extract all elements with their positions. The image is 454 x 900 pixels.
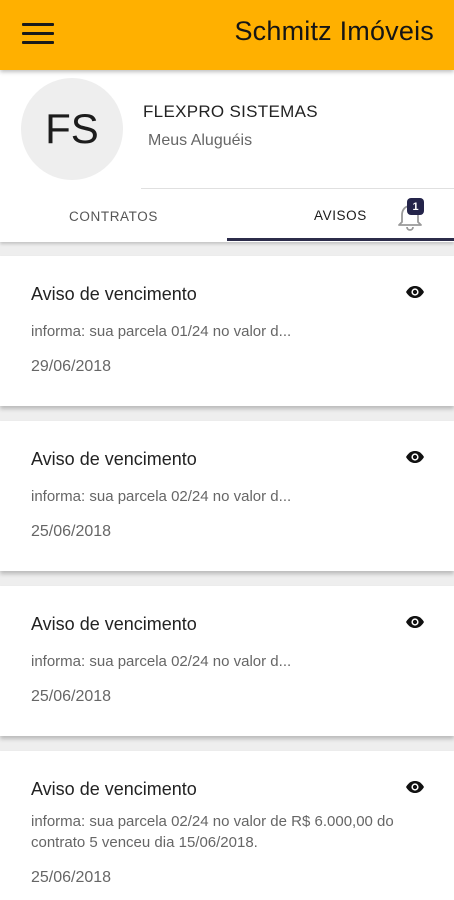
profile-header: FS FLEXPRO SISTEMAS Meus Aluguéis CONTRA… <box>0 70 454 242</box>
eye-icon[interactable] <box>405 780 425 794</box>
notification-badge: 1 <box>407 198 424 215</box>
notice-card[interactable]: Aviso de vencimento informa: sua parcela… <box>0 751 454 900</box>
notice-date: 25/06/2018 <box>31 523 112 540</box>
app-bar: Schmitz Imóveis <box>0 0 454 70</box>
notice-date: 25/06/2018 <box>31 869 112 886</box>
notice-text: informa: sua parcela 02/24 no valor d... <box>31 488 292 505</box>
notice-card[interactable]: Aviso de vencimento informa: sua parcela… <box>0 421 454 571</box>
notice-text: informa: sua parcela 02/24 no valor d... <box>31 653 292 670</box>
divider <box>141 188 454 189</box>
tab-avisos-label: AVISOS <box>314 208 367 223</box>
tab-bar: CONTRATOS AVISOS 1 <box>0 190 454 242</box>
notice-date: 29/06/2018 <box>31 358 112 375</box>
notice-text: informa: sua parcela 02/24 no valor de R… <box>31 813 394 851</box>
notice-title: Aviso de vencimento <box>31 449 197 469</box>
eye-icon[interactable] <box>405 615 425 629</box>
eye-icon[interactable] <box>405 450 425 464</box>
notice-title: Aviso de vencimento <box>31 614 197 634</box>
tab-contratos[interactable]: CONTRATOS <box>0 190 227 242</box>
notice-text: informa: sua parcela 01/24 no valor d... <box>31 323 292 340</box>
notice-title: Aviso de vencimento <box>31 284 197 304</box>
notice-title: Aviso de vencimento <box>31 779 197 799</box>
notice-card[interactable]: Aviso de vencimento informa: sua parcela… <box>0 256 454 406</box>
notice-date: 25/06/2018 <box>31 688 112 705</box>
eye-icon[interactable] <box>405 285 425 299</box>
app-title: Schmitz Imóveis <box>234 16 434 46</box>
profile-subtitle: Meus Aluguéis <box>148 132 253 149</box>
notice-card[interactable]: Aviso de vencimento informa: sua parcela… <box>0 586 454 736</box>
tab-indicator <box>227 238 454 241</box>
company-name: FLEXPRO SISTEMAS <box>143 102 318 121</box>
avatar: FS <box>21 78 123 180</box>
menu-icon[interactable] <box>22 22 54 46</box>
